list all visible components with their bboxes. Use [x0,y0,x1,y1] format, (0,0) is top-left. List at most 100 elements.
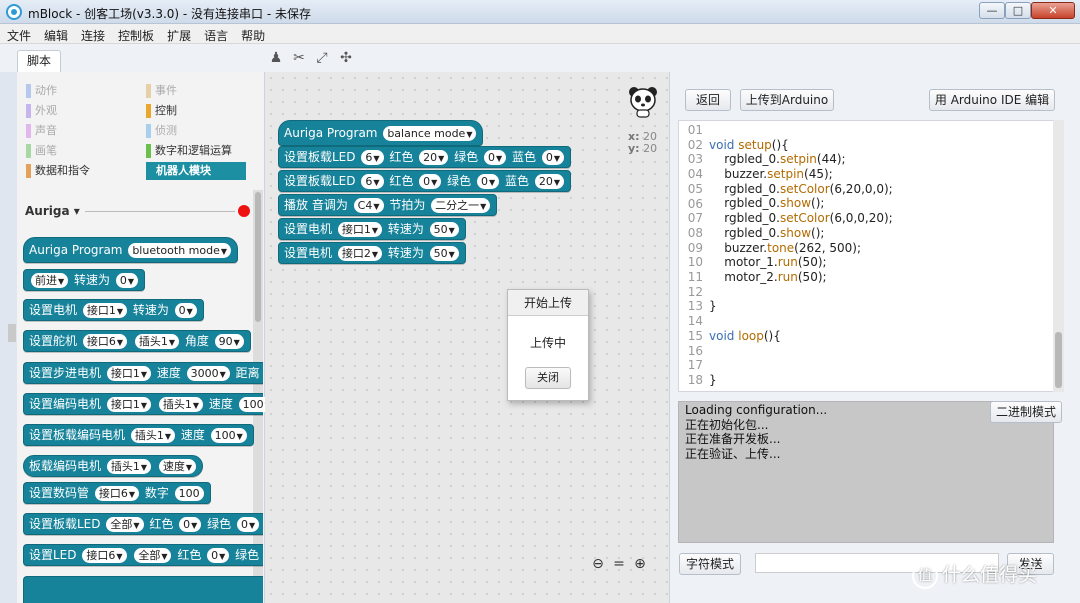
green-dropdown[interactable]: 0▼ [477,174,500,189]
shrink-icon[interactable]: ✣ [338,50,354,66]
led-dropdown[interactable]: 全部▼ [106,517,144,532]
code-scrollbar[interactable] [1053,120,1064,392]
direction-dropdown[interactable]: 前进▼ [31,273,69,288]
category-looks[interactable]: 外观 [26,102,141,120]
script-block-set-led-1[interactable]: 设置板载LED 6▼ 红色 20▼ 绿色 0▼ 蓝色 0▼ [278,146,571,168]
slot-dropdown[interactable]: 插头1▼ [134,334,179,349]
dialog-message: 上传中 [529,336,566,350]
script-block-play-tone[interactable]: 播放 音调为 C4▼ 节拍为 二分之一▼ [278,194,498,216]
menu-edit[interactable]: 编辑 [37,24,74,44]
palette-block-set-motor[interactable]: 设置电机 接口1▼ 转速为 0▼ [23,299,204,321]
green-dropdown[interactable]: 0▼ [237,517,260,532]
code-scroll-thumb[interactable] [1055,332,1062,388]
back-button[interactable]: 返回 [685,89,731,111]
speed-dropdown[interactable]: 0▼ [174,303,197,318]
speed-dropdown[interactable]: 50▼ [429,246,459,261]
category-sensing[interactable]: 侦测 [146,122,246,140]
palette-block-set-onboard-led[interactable]: 设置板载LED 全部▼ 红色 0▼ 绿色 0▼ [23,513,263,535]
tab-script[interactable]: 脚本 [17,50,61,72]
red-dropdown[interactable]: 20▼ [419,150,449,165]
category-motion[interactable]: 动作 [26,82,141,100]
category-pen[interactable]: 画笔 [26,142,141,160]
zoom-in-icon[interactable]: ⊕ [631,555,649,573]
script-block-set-led-2[interactable]: 设置板载LED 6▼ 红色 0▼ 绿色 0▼ 蓝色 20▼ [278,170,571,192]
menu-file[interactable]: 文件 [0,24,37,44]
beat-dropdown[interactable]: 二分之一▼ [431,198,491,213]
script-block-set-motor-2[interactable]: 设置电机 接口2▼ 转速为 50▼ [278,242,466,264]
char-mode-button[interactable]: 字符模式 [679,553,741,575]
led-dropdown[interactable]: 全部▼ [134,548,172,563]
binary-mode-button[interactable]: 二进制模式 [990,401,1062,423]
palette-block-set-stepper[interactable]: 设置步进电机 接口1▼ 速度 3000▼ 距离 [23,362,263,384]
script-block-set-motor-1[interactable]: 设置电机 接口1▼ 转速为 50▼ [278,218,466,240]
port-dropdown[interactable]: 接口6▼ [94,486,139,501]
script-block-auriga-program[interactable]: Auriga Program balance mode▼ [278,120,484,146]
speed-dropdown[interactable]: 3000▼ [186,366,230,381]
maximize-button[interactable]: □ [1005,2,1031,19]
port-dropdown[interactable]: 接口1▼ [106,366,151,381]
angle-dropdown[interactable]: 90▼ [214,334,244,349]
led-dropdown[interactable]: 6▼ [361,150,384,165]
mode-dropdown[interactable]: balance mode▼ [383,126,477,141]
mode-dropdown[interactable]: bluetooth mode▼ [128,243,232,258]
blue-dropdown[interactable]: 20▼ [534,174,564,189]
palette-block-set-encoder-motor[interactable]: 设置编码电机 接口1▼ 插头1▼ 速度 100▼ [23,393,275,415]
port-dropdown[interactable]: 接口1▼ [337,222,382,237]
menu-help[interactable]: 帮助 [234,24,271,44]
duplicate-stamp-icon[interactable]: ♟ [268,50,284,66]
palette-block-set-7segment[interactable]: 设置数码管 接口6▼ 数字 100 [23,482,211,504]
red-dropdown[interactable]: 0▼ [179,517,202,532]
delete-scissors-icon[interactable]: ✂ [291,50,307,66]
minimize-button[interactable]: — [979,2,1005,19]
zoom-out-icon[interactable]: ⊖ [589,555,607,573]
category-operators[interactable]: 数字和逻辑运算 [146,142,246,160]
dialog-close-button[interactable]: 关闭 [525,367,571,389]
note-dropdown[interactable]: C4▼ [353,198,384,213]
speed-dropdown[interactable]: 50▼ [429,222,459,237]
led-dropdown[interactable]: 6▼ [361,174,384,189]
red-dropdown[interactable]: 0▼ [207,548,230,563]
port-dropdown[interactable]: 接口1▼ [106,397,151,412]
palette-scroll-thumb[interactable] [255,192,261,322]
palette-block-move[interactable]: 前进▼ 转速为 0▼ [23,269,145,291]
menu-language[interactable]: 语言 [197,24,234,44]
number-input[interactable]: 100 [174,486,204,501]
port-dropdown[interactable]: 接口1▼ [82,303,127,318]
menu-connect[interactable]: 连接 [74,24,111,44]
menu-board[interactable]: 控制板 [111,24,160,44]
palette-block-set-servo[interactable]: 设置舵机 接口6▼ 插头1▼ 角度 90▼ [23,330,251,352]
port-dropdown[interactable]: 接口6▼ [82,548,127,563]
red-dropdown[interactable]: 0▼ [419,174,442,189]
slot-dropdown[interactable]: 插头1▼ [158,397,203,412]
zoom-reset-icon[interactable]: = [610,555,628,573]
speed-dropdown[interactable]: 100▼ [210,428,247,443]
upload-arduino-button[interactable]: 上传到Arduino [740,89,834,111]
port-dropdown[interactable]: 接口6▼ [82,334,127,349]
splitter-handle[interactable] [8,324,16,342]
blue-dropdown[interactable]: 0▼ [541,150,564,165]
code-editor[interactable]: 01 02 03 04 05 06 07 08 09 10 11 12 13 14 15 16 17 18 voi… [678,120,1064,392]
category-robots[interactable]: 机器人模块 [146,162,246,180]
edit-in-arduino-ide-button[interactable]: 用 Arduino IDE 编辑 [929,89,1055,111]
category-events[interactable]: 事件 [146,82,246,100]
category-control[interactable]: 控制 [146,102,246,120]
code-text[interactable]: void setup(){ rgbled_0.setpin(44); buzze… [709,123,893,387]
slot-dropdown[interactable]: 插头1▼ [130,428,175,443]
grow-icon[interactable]: ⤢ [314,50,330,66]
palette-block-auriga-program[interactable]: Auriga Program bluetooth mode▼ [23,237,239,263]
port-dropdown[interactable]: 接口2▼ [337,246,382,261]
palette-block-onboard-encoder-reporter[interactable]: 板载编码电机 插头1▼ 速度▼ [23,455,203,477]
palette-block-set-led[interactable]: 设置LED 接口6▼ 全部▼ 红色 0▼ 绿色 0▼ [23,544,288,566]
slot-dropdown[interactable]: 插头1▼ [106,459,151,474]
category-data[interactable]: 数据和指令 [26,162,141,180]
green-dropdown[interactable]: 0▼ [484,150,507,165]
speed-dropdown[interactable]: 0▼ [115,273,138,288]
line-numbers: 01 02 03 04 05 06 07 08 09 10 11 12 13 14 15 16 17 18 [679,123,703,388]
field-dropdown[interactable]: 速度▼ [158,459,196,474]
menu-extensions[interactable]: 扩展 [160,24,197,44]
close-window-button[interactable]: ✕ [1031,2,1075,19]
category-sound[interactable]: 声音 [26,122,141,140]
palette-block-partial[interactable] [23,576,263,603]
board-selector[interactable]: Auriga ▾ [25,204,255,220]
palette-block-set-onboard-encoder[interactable]: 设置板载编码电机 插头1▼ 速度 100▼ [23,424,254,446]
